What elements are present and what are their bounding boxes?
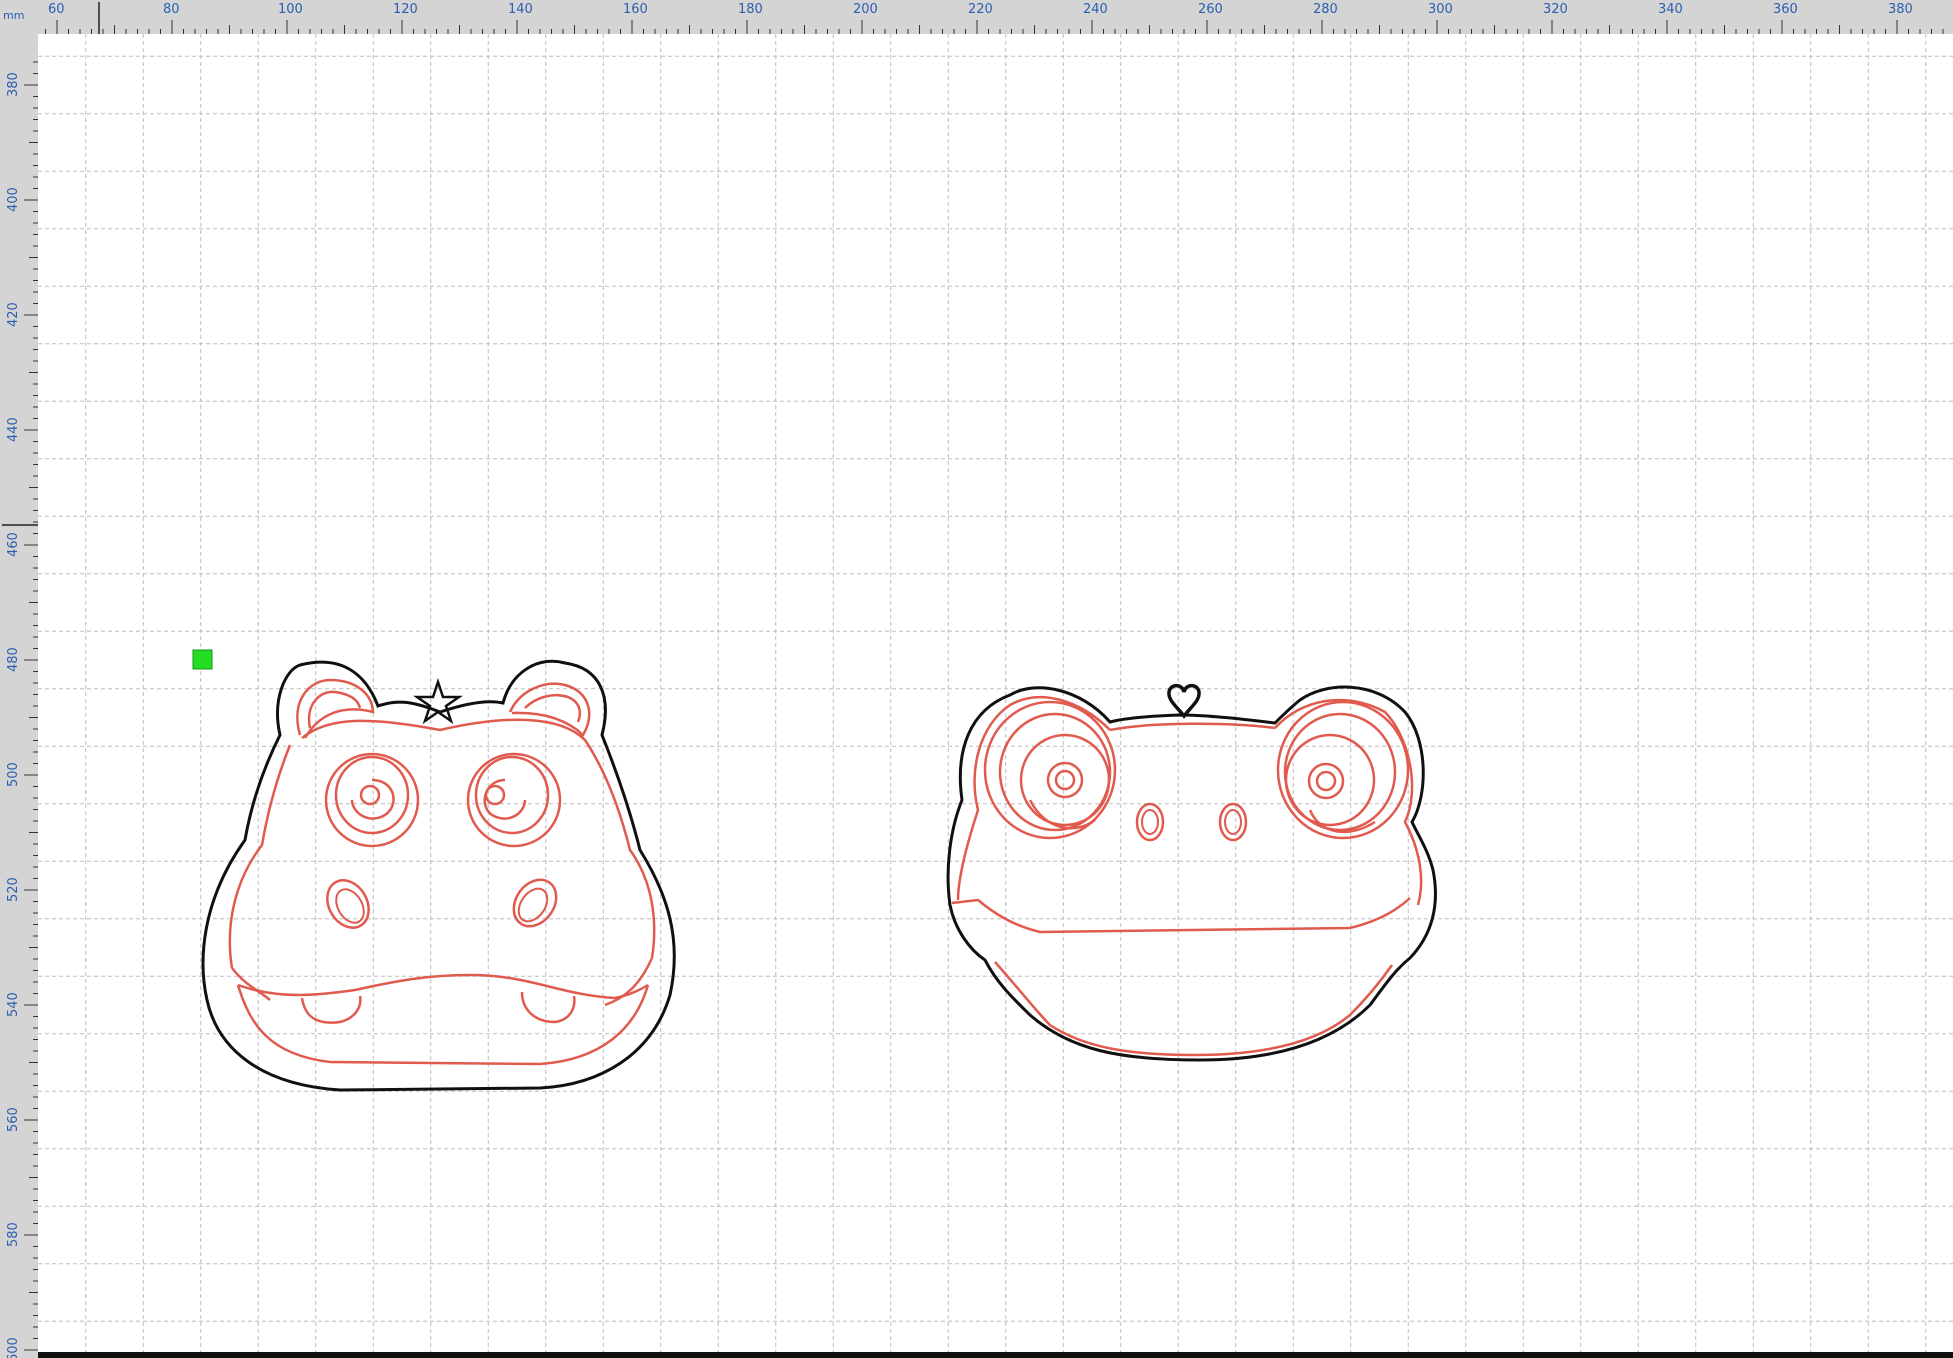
hippo-left-nostril [326, 879, 370, 929]
hippo-right-nostril [512, 878, 558, 928]
ruler-label-left: 420 [6, 302, 21, 327]
ruler-label-left: 560 [6, 1107, 21, 1132]
frog-right-nostril-inner [1224, 809, 1242, 835]
ruler-label-left: 600 [6, 1337, 21, 1358]
frog-keychain[interactable] [946, 685, 1437, 1062]
ruler-label-top: 300 [1428, 2, 1453, 17]
ruler-label-left: 580 [6, 1222, 21, 1247]
ruler-label-left: 480 [6, 647, 21, 672]
frog-head-inner [956, 696, 1423, 906]
ruler-label-top: 260 [1198, 2, 1223, 17]
ruler-label-top: 100 [278, 2, 303, 17]
ruler-label-top: 380 [1888, 2, 1913, 17]
ruler-label-top: 80 [163, 2, 180, 17]
horizontal-ruler[interactable]: 60 80 100 120 140 160 180 200 220 240 260 280 300 320… [0, 0, 1953, 34]
hippo-right-tooth [520, 991, 576, 1024]
canvas-drawing [38, 34, 1953, 1354]
hippo-left-tooth [300, 995, 362, 1024]
ruler-label-top: 340 [1658, 2, 1683, 17]
vertical-ruler-ticks: 380 400 420 440 460 480 500 520 540 560 580 600 [2, 61, 38, 1358]
vertical-ruler[interactable]: 380 400 420 440 460 480 500 520 540 560 580 600 [0, 0, 38, 1358]
hippo-right-nostril-inner [517, 887, 549, 923]
frog-head-top [1109, 722, 1276, 732]
design-canvas[interactable] [38, 34, 1953, 1354]
frog-left-eye [983, 700, 1117, 840]
ruler-label-left: 460 [6, 532, 21, 557]
frog-cut-outline[interactable] [946, 685, 1437, 1062]
ruler-label-left: 440 [6, 417, 21, 442]
laser-design-app: 60 80 100 120 140 160 180 200 220 240 260 280 300 320… [0, 0, 1953, 1358]
ruler-label-top: 120 [393, 2, 418, 17]
ruler-label-top: 140 [508, 2, 533, 17]
hippo-mouth-top [237, 973, 649, 1000]
ruler-label-top: 240 [1083, 2, 1108, 17]
ruler-label-top: 220 [968, 2, 993, 17]
ruler-corner: mm [0, 0, 38, 34]
ruler-unit-label: mm [3, 9, 25, 22]
ruler-label-top: 360 [1773, 2, 1798, 17]
heart-hole[interactable] [1167, 683, 1201, 719]
ruler-label-top: 200 [853, 2, 878, 17]
frog-right-eye [1276, 700, 1410, 840]
canvas-bottom-edge [38, 1352, 1953, 1358]
ruler-label-top: 180 [738, 2, 763, 17]
ruler-label-top: 60 [48, 2, 65, 17]
ruler-label-left: 380 [6, 72, 21, 97]
hippo-muzzle [231, 957, 654, 1007]
ruler-label-top: 160 [623, 2, 648, 17]
origin-marker[interactable] [192, 649, 213, 670]
hippo-left-eye [324, 752, 420, 848]
ruler-label-top: 280 [1313, 2, 1338, 17]
horizontal-ruler-ticks: 60 80 100 120 140 160 180 200 220 240 260 280 300 320… [33, 2, 1944, 34]
ruler-label-left: 400 [6, 187, 21, 212]
hippo-head-inner [228, 718, 656, 969]
hippo-mouth-bottom [236, 984, 650, 1066]
ruler-label-top: 320 [1543, 2, 1568, 17]
hippo-right-ear [508, 682, 591, 737]
frog-left-nostril-inner [1141, 809, 1159, 835]
frog-mouth [951, 897, 1411, 934]
ruler-label-left: 500 [6, 762, 21, 787]
ruler-label-left: 520 [6, 877, 21, 902]
star-hole[interactable] [412, 678, 464, 725]
ruler-label-left: 540 [6, 992, 21, 1017]
